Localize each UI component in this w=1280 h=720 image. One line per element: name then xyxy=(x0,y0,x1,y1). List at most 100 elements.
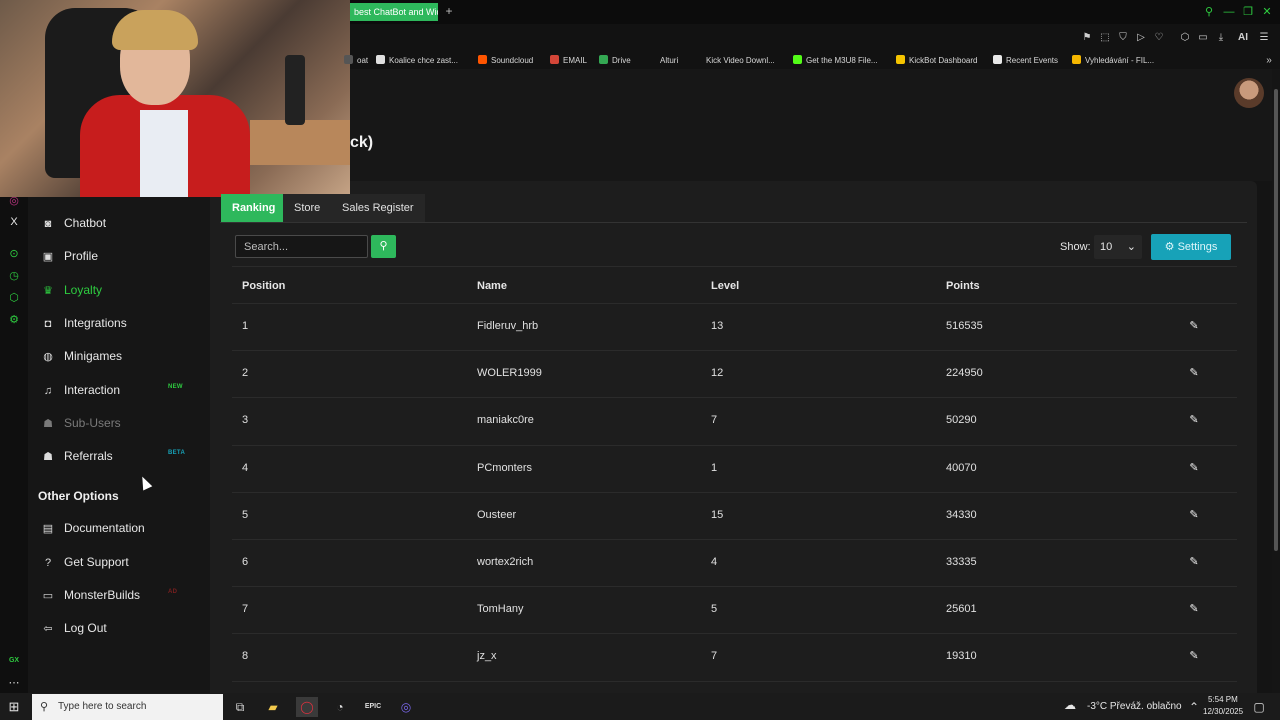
show-entries-select[interactable]: 10 ⌄ xyxy=(1094,235,1142,259)
row-divider xyxy=(232,350,1237,351)
bookmark-label: Drive xyxy=(612,56,631,65)
bookmark-item[interactable]: Soundcloud xyxy=(478,54,533,67)
maximize-icon[interactable]: ❐ xyxy=(1240,4,1256,20)
table-cell-points: 19310 xyxy=(946,650,977,662)
snapshot-icon[interactable]: ⬚ xyxy=(1098,31,1112,45)
menu-icon[interactable]: ☰ xyxy=(1257,31,1271,45)
sidebar-item-referrals[interactable]: ☗ Referrals xyxy=(40,445,200,467)
gamepad-icon: ◍ xyxy=(43,351,53,363)
tab-sales-register[interactable]: Sales Register xyxy=(331,194,425,222)
bookmark-item[interactable]: Vyhledávání - FIL... xyxy=(1072,54,1154,67)
gx-icon[interactable]: GX xyxy=(6,653,22,669)
app-circle-icon[interactable]: ◎ xyxy=(395,697,417,717)
sidebar-item-documentation[interactable]: ▤ Documentation xyxy=(40,517,200,539)
notifications-icon[interactable]: ▢ xyxy=(1248,697,1270,717)
sidebar-item-integrations[interactable]: ◘ Integrations xyxy=(40,312,200,334)
extensions-rail-icon[interactable]: ⬡ xyxy=(6,290,22,306)
weather-icon[interactable]: ☁ xyxy=(1064,698,1076,712)
close-icon[interactable]: ✕ xyxy=(1259,4,1275,20)
clock-date[interactable]: 12/30/2025 xyxy=(1203,707,1243,716)
epic-games-icon[interactable]: EPIC xyxy=(362,697,384,717)
wallet-icon[interactable]: ▭ xyxy=(1196,31,1210,45)
column-header-level[interactable]: Level xyxy=(711,280,739,292)
bookmarks-overflow-icon[interactable]: » xyxy=(1262,54,1276,68)
sidebar-item-log-out[interactable]: ⇦ Log Out xyxy=(40,617,200,639)
column-header-points[interactable]: Points xyxy=(946,280,980,292)
task-view-icon[interactable]: ⧉ xyxy=(229,697,251,717)
settings-button[interactable]: ⚙ Settings xyxy=(1151,234,1231,260)
bookmark-item[interactable]: Koalice chce zast... xyxy=(376,54,458,67)
browser-tab-active[interactable]: best ChatBot and Wid xyxy=(350,3,438,21)
file-explorer-icon[interactable]: ▰ xyxy=(262,697,284,717)
table-cell-points: 33335 xyxy=(946,556,977,568)
search-input[interactable] xyxy=(235,235,368,258)
pencil-edit-icon[interactable]: ✎ xyxy=(1187,555,1201,569)
bookmark-favicon-icon xyxy=(344,55,353,64)
extensions-icon[interactable]: ⬡ xyxy=(1178,31,1192,45)
table-cell-points: 25601 xyxy=(946,603,977,615)
sidebar-item-sub-users[interactable]: ☗ Sub-Users xyxy=(40,412,200,434)
search-icon[interactable]: ⚲ xyxy=(1201,4,1217,20)
play-icon[interactable]: ▷ xyxy=(1134,31,1148,45)
bookmark-label: Get the M3U8 File... xyxy=(806,56,878,65)
gears-icon: ⚙ xyxy=(1164,241,1178,253)
bookmark-item[interactable]: Kick Video Downl... xyxy=(693,54,775,67)
download-icon[interactable]: ⤓ xyxy=(1214,31,1228,45)
pencil-edit-icon[interactable]: ✎ xyxy=(1187,319,1201,333)
shield-icon[interactable]: ⛉ xyxy=(1116,31,1130,45)
sidebar-item-interaction[interactable]: ♫ Interaction xyxy=(40,379,200,401)
sidebar-item-profile[interactable]: ▣ Profile xyxy=(40,245,200,267)
laptop-icon: ▭ xyxy=(42,590,54,602)
settings-rail-icon[interactable]: ⚙ xyxy=(6,312,22,328)
sidebar-item-monsterbuilds[interactable]: ▭ MonsterBuilds xyxy=(40,584,200,606)
page-scrollbar-thumb[interactable] xyxy=(1274,89,1278,551)
settings-label: Settings xyxy=(1177,241,1218,253)
pencil-edit-icon[interactable]: ✎ xyxy=(1187,413,1201,427)
bookmark-item[interactable]: oat xyxy=(344,54,368,67)
sidebar-item-loyalty[interactable]: ♛ Loyalty xyxy=(40,279,200,301)
bookmark-item[interactable]: Alturi xyxy=(647,54,678,67)
sidebar-item-get-support[interactable]: ? Get Support xyxy=(40,551,200,573)
windows-start-icon[interactable]: ⊞ xyxy=(4,697,24,717)
weather-text[interactable]: -3°C Převáž. oblačno xyxy=(1087,701,1182,712)
ai-button[interactable]: AI xyxy=(1232,31,1254,45)
pencil-edit-icon[interactable]: ✎ xyxy=(1187,366,1201,380)
bookmark-label: oat xyxy=(357,56,369,65)
column-header-position[interactable]: Position xyxy=(242,280,285,292)
bookmark-item[interactable]: Get the M3U8 File... xyxy=(793,54,878,67)
sidebar-item-minigames[interactable]: ◍ Minigames xyxy=(40,345,200,367)
sidebar-section-title: Other Options xyxy=(38,489,119,503)
x-twitter-icon[interactable]: X xyxy=(6,214,22,230)
tray-chevron-icon[interactable]: ⌃ xyxy=(1183,697,1205,717)
bookmark-label: Alturi xyxy=(660,56,679,65)
opera-gx-icon[interactable]: ◯ xyxy=(296,697,318,717)
bookmark-label: KickBot Dashboard xyxy=(909,56,978,65)
search-button[interactable]: ⚲ xyxy=(371,235,396,258)
bookmark-item[interactable]: EMAIL xyxy=(550,54,587,67)
taskbar-search-box[interactable]: Type here to search xyxy=(32,694,223,720)
heart-icon[interactable]: ♡ xyxy=(1152,31,1166,45)
bookmark-item[interactable]: Drive xyxy=(599,54,631,67)
table-cell-position: 6 xyxy=(242,556,249,568)
tab-ranking[interactable]: Ranking xyxy=(221,194,287,222)
user-avatar[interactable] xyxy=(1234,78,1264,108)
bookmark-item[interactable]: Recent Events xyxy=(993,54,1058,67)
pencil-edit-icon[interactable]: ✎ xyxy=(1187,649,1201,663)
pencil-edit-icon[interactable]: ✎ xyxy=(1187,461,1201,475)
sidebar-item-chatbot[interactable]: ◙ Chatbot xyxy=(40,212,200,234)
column-header-name[interactable]: Name xyxy=(477,280,507,292)
sidebar-badge: AD xyxy=(168,589,178,595)
tab-store[interactable]: Store xyxy=(283,194,332,222)
more-icon[interactable]: ⋯ xyxy=(6,675,22,691)
clock-time[interactable]: 5:54 PM xyxy=(1208,695,1238,704)
player-icon[interactable]: ⊙ xyxy=(6,246,22,262)
pencil-edit-icon[interactable]: ✎ xyxy=(1187,602,1201,616)
speedtest-icon[interactable]: ◔ xyxy=(329,697,351,717)
history-icon[interactable]: ◷ xyxy=(6,268,22,284)
minimize-icon[interactable]: — xyxy=(1221,4,1237,20)
bookmark-item[interactable]: KickBot Dashboard xyxy=(896,54,977,67)
pencil-edit-icon[interactable]: ✎ xyxy=(1187,508,1201,522)
pin-icon[interactable]: ⚑ xyxy=(1080,31,1094,45)
new-tab-icon[interactable]: + xyxy=(442,4,456,18)
row-divider xyxy=(232,681,1237,682)
